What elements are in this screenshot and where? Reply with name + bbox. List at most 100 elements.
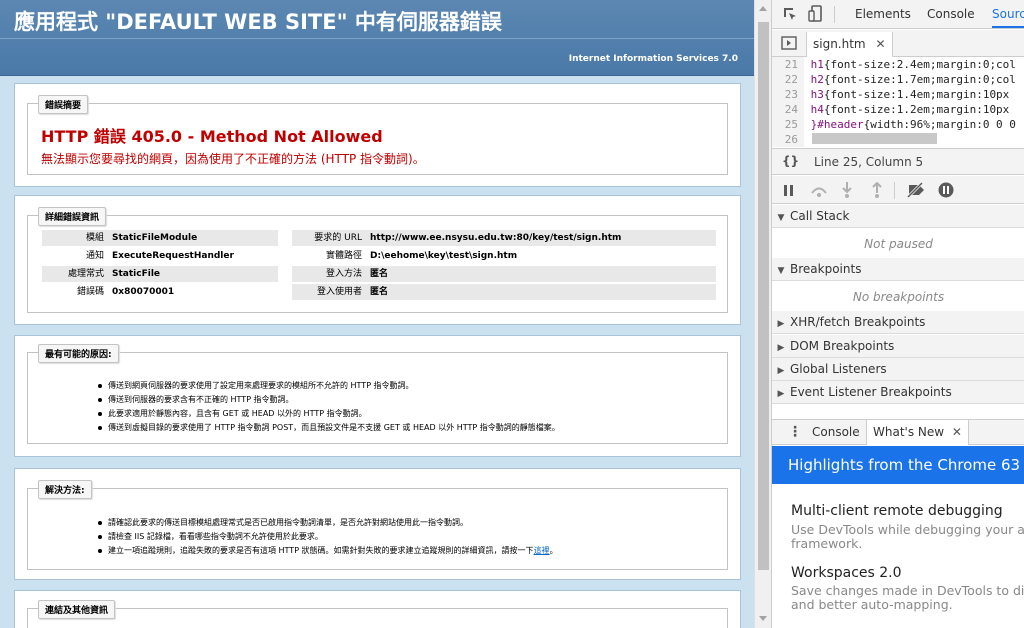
links-panel: 連結及其他資訊 bbox=[14, 590, 741, 628]
detail-key: 處理常式 bbox=[67, 269, 104, 279]
drawer-tab-console[interactable]: Console bbox=[812, 425, 860, 439]
scroll-down-arrow-icon[interactable] bbox=[759, 616, 767, 621]
solutions-legend: 解決方法: bbox=[38, 480, 92, 499]
call-stack-header[interactable]: ▼ Call Stack bbox=[772, 205, 1024, 228]
error-summary-panel: 錯誤摘要 HTTP 錯誤 405.0 - Method Not Allowed … bbox=[14, 83, 741, 187]
page-scrollbar[interactable] bbox=[754, 0, 771, 628]
line-number: 22 bbox=[772, 72, 804, 87]
detail-row: 實體路徑 D:\eehome\key\test\sign.htm bbox=[292, 248, 716, 264]
code-selector: h4 bbox=[810, 103, 824, 116]
active-tab-indicator bbox=[992, 26, 1024, 28]
code-line: 21 h1{font-size:2.4em;margin:0;col bbox=[772, 57, 1016, 72]
detail-key: 模組 bbox=[85, 233, 104, 243]
causes-list: 傳送到網頁伺服器的要求使用了設定用來處理要求的模組所不允許的 HTTP 指令動詞… bbox=[98, 379, 560, 435]
error-summary-fieldset: 錯誤摘要 HTTP 錯誤 405.0 - Method Not Allowed … bbox=[27, 95, 728, 175]
header-divider bbox=[0, 38, 754, 39]
error-title: HTTP 錯誤 405.0 - Method Not Allowed bbox=[41, 127, 383, 146]
detail-row: 處理常式 StaticFile bbox=[42, 266, 278, 282]
links-legend: 連結及其他資訊 bbox=[38, 600, 116, 619]
xhr-breakpoints-header[interactable]: ▶ XHR/fetch Breakpoints bbox=[772, 311, 1024, 334]
collapsed-triangle-icon: ▶ bbox=[777, 389, 785, 399]
server-name: Internet Information Services 7.0 bbox=[568, 54, 738, 64]
detail-value: ExecuteRequestHandler bbox=[112, 251, 234, 261]
file-tab-label: sign.htm bbox=[813, 37, 866, 51]
code-line: 24 h4{font-size:1.2em;margin:10px bbox=[772, 102, 1009, 117]
detail-row: 模組 StaticFileModule bbox=[42, 230, 278, 246]
links-fieldset: 連結及其他資訊 bbox=[27, 600, 728, 628]
list-item: 傳送到虛擬目錄的要求使用了 HTTP 指令動詞 POST，而且預設文件是不支援 … bbox=[98, 421, 560, 435]
event-listener-breakpoints-header[interactable]: ▶ Event Listener Breakpoints bbox=[772, 381, 1024, 404]
code-selector: h2 bbox=[810, 73, 824, 86]
expanded-triangle-icon: ▼ bbox=[777, 266, 785, 276]
scroll-up-arrow-icon[interactable] bbox=[759, 6, 767, 11]
step-into-icon[interactable] bbox=[842, 182, 852, 198]
tab-console[interactable]: Console bbox=[927, 7, 975, 21]
section-title: Call Stack bbox=[790, 209, 850, 223]
banner-title: Highlights from the Chrome 63 bbox=[788, 456, 1021, 474]
detail-key: 登入使用者 bbox=[316, 287, 362, 297]
iis-error-page: 應用程式 "DEFAULT WEB SITE" 中有伺服器錯誤 Internet… bbox=[0, 0, 754, 628]
news-title[interactable]: Workspaces 2.0 bbox=[791, 565, 902, 581]
details-panel: 詳細錯誤資訊 模組 StaticFileModule 通知 ExecuteReque… bbox=[14, 195, 741, 325]
line-number: 26 bbox=[772, 132, 804, 147]
editor-status-bar: {} Line 25, Column 5 bbox=[772, 148, 1024, 175]
step-over-icon[interactable] bbox=[810, 183, 828, 197]
line-number: 24 bbox=[772, 102, 804, 117]
scrollbar-thumb[interactable] bbox=[758, 22, 769, 570]
detail-row: 要求的 URL http://www.ee.nsysu.edu.tw:80/key… bbox=[292, 230, 716, 246]
section-title: DOM Breakpoints bbox=[790, 339, 895, 353]
close-icon[interactable]: ✕ bbox=[952, 425, 962, 439]
section-title: XHR/fetch Breakpoints bbox=[790, 315, 926, 329]
whats-new-banner: Highlights from the Chrome 63 bbox=[772, 446, 1024, 484]
toolbar-divider bbox=[894, 182, 895, 199]
pause-on-exceptions-icon[interactable] bbox=[938, 182, 954, 198]
list-item: 傳送到網頁伺服器的要求使用了設定用來處理要求的模組所不允許的 HTTP 指令動詞… bbox=[98, 379, 560, 393]
list-item: 此要求適用於靜態內容，且含有 GET 或 HEAD 以外的 HTTP 指令動詞。 bbox=[98, 407, 560, 421]
list-item: 請檢查 IIS 記錄檔，看看哪些指令動詞不允許使用於此要求。 bbox=[98, 530, 558, 544]
detail-row: 錯誤碼 0x80070001 bbox=[42, 284, 278, 300]
section-title: Event Listener Breakpoints bbox=[790, 385, 952, 399]
drawer-tab-bar: ⋮ Console What's New ✕ bbox=[772, 419, 1024, 445]
solutions-list: 請確認此要求的傳送目標模組處理常式是否已啟用指令動詞清單，是否允許對網站使用此一… bbox=[98, 516, 558, 558]
details-legend: 詳細錯誤資訊 bbox=[38, 207, 107, 226]
detail-value: 匿名 bbox=[370, 287, 389, 297]
code-body: {font-size:1.4em;margin:10px bbox=[823, 88, 1010, 101]
inspect-element-icon[interactable] bbox=[782, 6, 798, 22]
news-title[interactable]: Multi-client remote debugging bbox=[791, 503, 1003, 519]
code-line: 26 bbox=[772, 132, 804, 147]
breakpoints-header[interactable]: ▼ Breakpoints bbox=[772, 258, 1024, 281]
dom-breakpoints-header[interactable]: ▶ DOM Breakpoints bbox=[772, 335, 1024, 358]
list-item: 請確認此要求的傳送目標模組處理常式是否已啟用指令動詞清單，是否允許對網站使用此一… bbox=[98, 516, 558, 530]
error-summary-legend: 錯誤摘要 bbox=[38, 95, 89, 114]
causes-fieldset: 最有可能的原因: 傳送到網頁伺服器的要求使用了設定用來處理要求的模組所不允許的 … bbox=[27, 344, 728, 444]
pause-icon[interactable] bbox=[784, 185, 794, 196]
solution-text-end: 。 bbox=[549, 546, 558, 555]
causes-panel: 最有可能的原因: 傳送到網頁伺服器的要求使用了設定用來處理要求的模組所不允許的 … bbox=[14, 335, 741, 457]
drawer-tab-whats-new[interactable]: What's New ✕ bbox=[866, 420, 969, 445]
detail-row: 登入方法 匿名 bbox=[292, 266, 716, 282]
code-body: {width:96%;margin:0 0 0 bbox=[863, 118, 1016, 131]
line-number: 25 bbox=[772, 117, 804, 132]
cursor-position: Line 25, Column 5 bbox=[814, 155, 924, 169]
code-horizontal-scrollbar[interactable] bbox=[812, 133, 937, 144]
step-out-icon[interactable] bbox=[872, 182, 882, 198]
tab-elements[interactable]: Elements bbox=[855, 7, 911, 21]
global-listeners-header[interactable]: ▶ Global Listeners bbox=[772, 358, 1024, 381]
detail-row: 登入使用者 匿名 bbox=[292, 284, 716, 300]
tab-sources[interactable]: Sources bbox=[992, 7, 1024, 21]
close-icon[interactable]: ✕ bbox=[875, 37, 885, 51]
detail-value: StaticFile bbox=[112, 269, 161, 279]
collapsed-triangle-icon: ▶ bbox=[777, 366, 785, 376]
devtools-panel: Elements Console Sources sign.htm ✕ 21 h… bbox=[771, 0, 1024, 628]
here-link[interactable]: 這裡 bbox=[534, 546, 550, 555]
toggle-navigator-icon[interactable] bbox=[781, 36, 797, 50]
code-selector: h1 bbox=[810, 58, 824, 71]
page-header: 應用程式 "DEFAULT WEB SITE" 中有伺服器錯誤 Internet… bbox=[0, 0, 754, 76]
breakpoints-body: No breakpoints bbox=[772, 282, 1024, 312]
device-toolbar-icon[interactable] bbox=[808, 5, 824, 23]
more-options-icon[interactable]: ⋮ bbox=[788, 424, 802, 440]
file-tab-sign-htm[interactable]: sign.htm ✕ bbox=[806, 32, 893, 57]
causes-legend: 最有可能的原因: bbox=[38, 344, 119, 363]
pretty-print-button[interactable]: {} bbox=[782, 154, 799, 168]
deactivate-breakpoints-icon[interactable] bbox=[906, 182, 926, 198]
